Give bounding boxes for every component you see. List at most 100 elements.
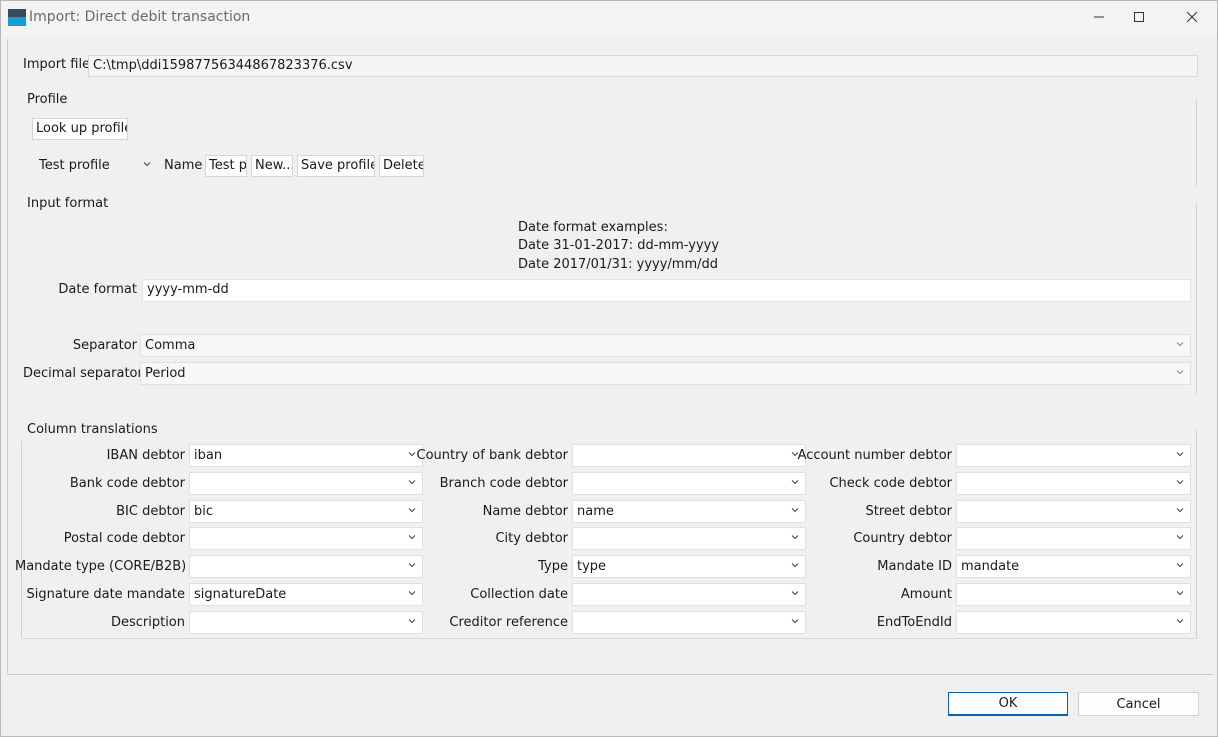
column-label: IBAN debtor: [106, 448, 185, 463]
profile-group-border: [1196, 99, 1197, 187]
column-label: Postal code debtor: [63, 531, 185, 546]
column-mapping-select[interactable]: signatureDate: [189, 583, 423, 606]
column-label: EndToEndId: [876, 615, 952, 630]
column-mapping-select[interactable]: iban: [189, 444, 423, 467]
column-mapping-select[interactable]: [956, 444, 1191, 467]
date-example-2: Date 2017/01/31: yyyy/mm/dd: [518, 257, 719, 272]
input-format-group-border: [1196, 203, 1197, 395]
column-mapping-value: name: [577, 504, 614, 519]
column-mapping-select[interactable]: [956, 472, 1191, 495]
column-label: Country of bank debtor: [416, 448, 568, 463]
column-translations-heading: Column translations: [27, 422, 158, 437]
chevron-down-icon: [1176, 370, 1184, 375]
column-label: Check code debtor: [829, 476, 952, 491]
delete-profile-button[interactable]: Delete: [379, 155, 424, 177]
profile-name-input[interactable]: Test profile: [205, 155, 247, 177]
column-label: Type: [538, 559, 568, 574]
column-mapping-select[interactable]: [956, 500, 1191, 523]
separator-select-value: Comma: [145, 338, 196, 353]
column-label: Creditor reference: [449, 615, 568, 630]
chevron-down-icon: [1176, 619, 1184, 624]
cancel-button-label: Cancel: [1116, 696, 1161, 712]
column-mapping-value: bic: [194, 504, 214, 519]
chevron-down-icon: [143, 162, 151, 167]
column-mapping-select[interactable]: type: [572, 555, 806, 578]
column-mapping-select[interactable]: [189, 611, 423, 634]
decimal-separator-select[interactable]: Period: [140, 362, 1191, 385]
input-format-heading: Input format: [27, 196, 109, 211]
columns-group-bottom-border: [21, 638, 1197, 639]
column-mapping-select[interactable]: name: [572, 500, 806, 523]
dialog-content-divider: [7, 674, 1213, 675]
app-icon: [8, 9, 26, 26]
column-label: Signature date mandate: [26, 587, 185, 602]
column-label: Mandate type (CORE/B2B): [15, 559, 187, 574]
column-mapping-select[interactable]: mandate: [956, 555, 1191, 578]
column-label: Account number debtor: [797, 448, 952, 463]
decimal-separator-select-value: Period: [145, 366, 186, 381]
cancel-button[interactable]: Cancel: [1078, 692, 1199, 716]
column-mapping-select[interactable]: [572, 472, 806, 495]
column-mapping-select[interactable]: [956, 527, 1191, 550]
chevron-down-icon: [1176, 535, 1184, 540]
column-label: Branch code debtor: [439, 476, 568, 491]
chevron-down-icon: [1176, 563, 1184, 568]
column-mapping-select[interactable]: [572, 527, 806, 550]
column-label: Mandate ID: [877, 559, 952, 574]
save-profile-button[interactable]: Save profile: [297, 155, 375, 177]
column-label: BIC debtor: [116, 504, 185, 519]
import-file-field[interactable]: C:\tmp\ddi15987756344867823376.csv: [88, 55, 1198, 77]
ok-button[interactable]: OK: [948, 692, 1068, 716]
column-mapping-value: mandate: [961, 559, 1020, 574]
date-examples-title: Date format examples:: [518, 220, 668, 235]
profile-name-label: Name: [164, 158, 203, 173]
ok-button-label: OK: [998, 696, 1018, 711]
look-up-profile-button[interactable]: Look up profile: [32, 118, 128, 140]
column-label: Name debtor: [482, 504, 568, 519]
column-label: Bank code debtor: [69, 476, 185, 491]
date-format-label: Date format: [58, 282, 137, 297]
column-mapping-select[interactable]: [956, 611, 1191, 634]
column-label: Collection date: [470, 587, 568, 602]
chevron-down-icon: [1176, 452, 1184, 457]
import-dialog: Import: Direct debit transaction Import …: [0, 0, 1218, 737]
dialog-content: [7, 39, 1213, 675]
profile-heading: Profile: [27, 92, 68, 107]
column-mapping-select[interactable]: [189, 527, 423, 550]
import-file-label: Import file: [23, 57, 91, 72]
profile-select-value: Test profile: [39, 158, 110, 173]
date-format-input[interactable]: yyyy-mm-dd: [142, 279, 1191, 302]
window-title: Import: Direct debit transaction: [29, 9, 251, 25]
column-label: Country debtor: [853, 531, 952, 546]
separator-label: Separator: [72, 338, 137, 353]
chevron-down-icon: [1176, 508, 1184, 513]
column-mapping-select[interactable]: [189, 555, 423, 578]
close-icon: [1186, 11, 1198, 23]
profile-select[interactable]: Test profile: [34, 154, 158, 177]
column-mapping-value: type: [577, 559, 607, 574]
column-mapping-select[interactable]: [189, 472, 423, 495]
column-mapping-value: signatureDate: [194, 587, 287, 602]
column-mapping-select[interactable]: [572, 444, 806, 467]
decimal-separator-label: Decimal separator: [23, 366, 143, 381]
column-mapping-select[interactable]: [956, 583, 1191, 606]
maximize-button[interactable]: [1116, 1, 1162, 33]
maximize-icon: [1134, 12, 1144, 22]
separator-select[interactable]: Comma: [140, 334, 1191, 357]
minimize-icon: [1094, 16, 1104, 18]
close-button[interactable]: [1169, 1, 1215, 33]
column-mapping-select[interactable]: bic: [189, 500, 423, 523]
date-example-1: Date 31-01-2017: dd-mm-yyyy: [518, 238, 720, 253]
column-label: Street debtor: [865, 504, 952, 519]
new-profile-button[interactable]: New...: [251, 155, 293, 177]
column-mapping-value: iban: [194, 448, 223, 463]
column-mapping-select[interactable]: [572, 583, 806, 606]
column-label: Amount: [900, 587, 952, 602]
column-label: Description: [110, 615, 185, 630]
column-label: City debtor: [495, 531, 568, 546]
columns-group-right-border: [1196, 429, 1197, 638]
chevron-down-icon: [1176, 342, 1184, 347]
column-mapping-select[interactable]: [572, 611, 806, 634]
title-bar: Import: Direct debit transaction: [1, 1, 1217, 35]
chevron-down-icon: [1176, 480, 1184, 485]
